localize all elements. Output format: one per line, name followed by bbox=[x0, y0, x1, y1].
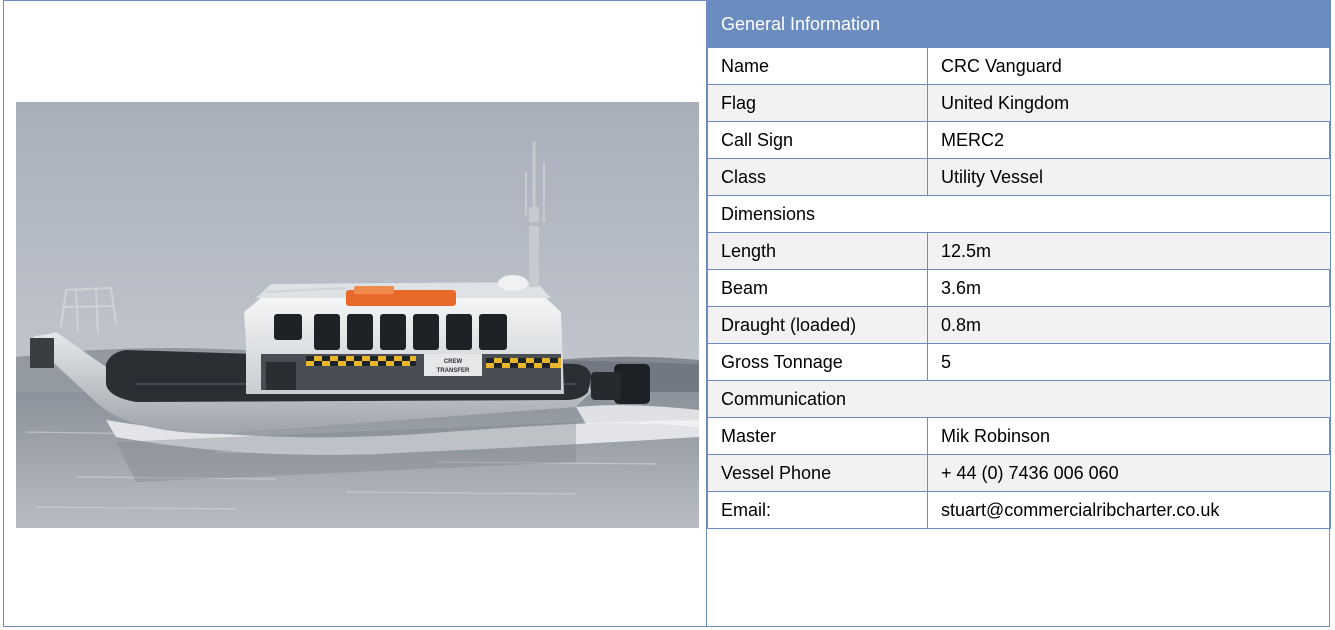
general-information-table: General Information Name CRC Vanguard Fl… bbox=[707, 0, 1331, 529]
section-heading: Communication bbox=[707, 380, 1331, 418]
row-value: 3.6m bbox=[927, 269, 1331, 307]
table-row: Gross Tonnage 5 bbox=[707, 343, 1331, 381]
table-row: Email: stuart@commercialribcharter.co.uk bbox=[707, 491, 1331, 529]
row-label: Beam bbox=[707, 269, 928, 307]
section-row-dimensions: Dimensions bbox=[707, 195, 1331, 233]
table-row: Class Utility Vessel bbox=[707, 158, 1331, 196]
row-value[interactable]: stuart@commercialribcharter.co.uk bbox=[927, 491, 1331, 529]
row-label: Class bbox=[707, 158, 928, 196]
table-row: Master Mik Robinson bbox=[707, 417, 1331, 455]
row-value: United Kingdom bbox=[927, 84, 1331, 122]
row-value: Utility Vessel bbox=[927, 158, 1331, 196]
table-row: Draught (loaded) 0.8m bbox=[707, 306, 1331, 344]
row-label: Call Sign bbox=[707, 121, 928, 159]
row-label: Master bbox=[707, 417, 928, 455]
row-value: 12.5m bbox=[927, 232, 1331, 270]
row-value: 5 bbox=[927, 343, 1331, 381]
table-row: Beam 3.6m bbox=[707, 269, 1331, 307]
table-row: Name CRC Vanguard bbox=[707, 47, 1331, 85]
row-label: Name bbox=[707, 47, 928, 85]
table-row: Vessel Phone + 44 (0) 7436 006 060 bbox=[707, 454, 1331, 492]
boat-label-line1: CREW bbox=[444, 359, 463, 365]
row-label: Draught (loaded) bbox=[707, 306, 928, 344]
table-row: Flag United Kingdom bbox=[707, 84, 1331, 122]
row-value: MERC2 bbox=[927, 121, 1331, 159]
row-value: 0.8m bbox=[927, 306, 1331, 344]
table-row: Call Sign MERC2 bbox=[707, 121, 1331, 159]
row-label: Flag bbox=[707, 84, 928, 122]
table-header-row: General Information bbox=[707, 0, 1331, 48]
row-value: CRC Vanguard bbox=[927, 47, 1331, 85]
row-value: Mik Robinson bbox=[927, 417, 1331, 455]
boat-label-line2: TRANSFER bbox=[437, 368, 470, 374]
photo-cell: CREW TRANSFER bbox=[3, 0, 707, 627]
row-value: + 44 (0) 7436 006 060 bbox=[927, 454, 1331, 492]
table-header: General Information bbox=[707, 0, 1331, 48]
row-label: Gross Tonnage bbox=[707, 343, 928, 381]
table-row: Length 12.5m bbox=[707, 232, 1331, 270]
vessel-photo: CREW TRANSFER bbox=[16, 102, 699, 528]
row-label: Email: bbox=[707, 491, 928, 529]
row-label: Vessel Phone bbox=[707, 454, 928, 492]
section-row-communication: Communication bbox=[707, 380, 1331, 418]
section-heading: Dimensions bbox=[707, 195, 1331, 233]
row-label: Length bbox=[707, 232, 928, 270]
